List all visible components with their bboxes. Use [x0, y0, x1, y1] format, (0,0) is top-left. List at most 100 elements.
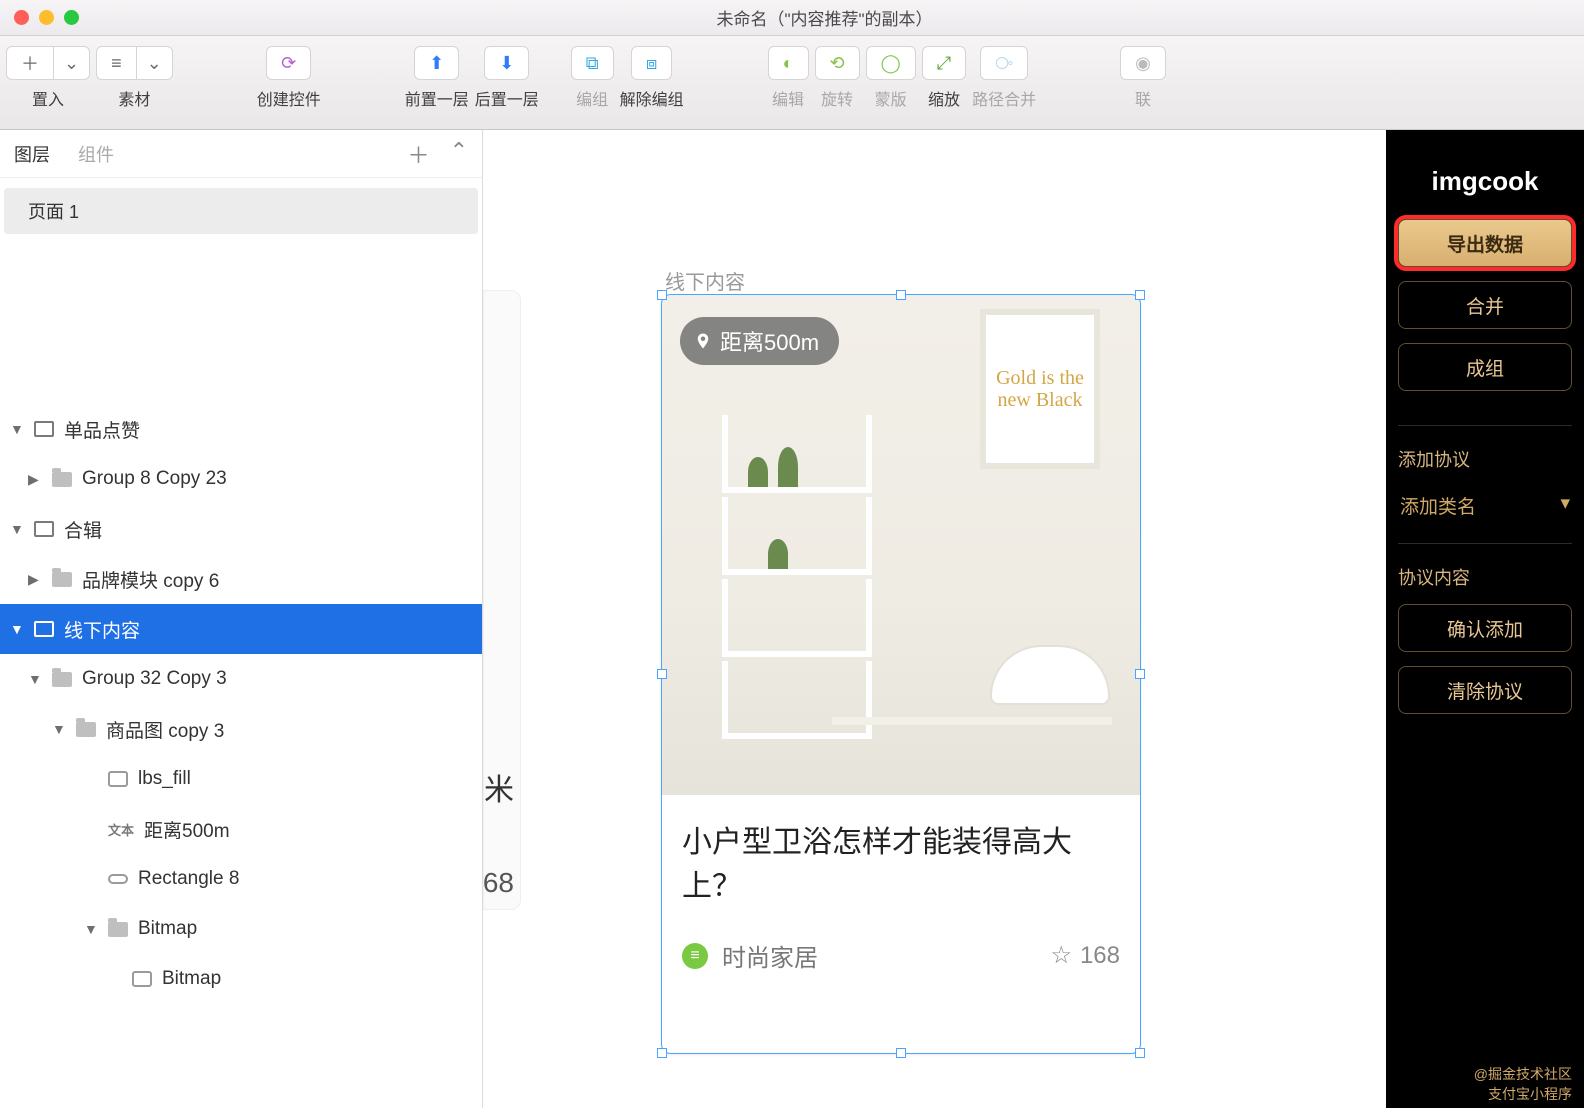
folder-icon: [52, 672, 72, 687]
tab-layers[interactable]: 图层: [14, 141, 50, 167]
bring-forward-button[interactable]: ⬆︎: [414, 46, 459, 80]
path-merge-label: 路径合并: [972, 86, 1036, 110]
selection-handle[interactable]: [1135, 1048, 1145, 1058]
chevron-down-icon[interactable]: ▼: [28, 671, 42, 687]
collapse-icon[interactable]: ⌃: [450, 138, 468, 170]
tree-rectangle-8[interactable]: Rectangle 8: [0, 854, 482, 904]
canvas[interactable]: 米 68 线下内容 距离500m Gold is the new Black: [483, 130, 1386, 1108]
distance-badge: 距离500m: [680, 317, 839, 365]
select-value: 添加类名: [1400, 492, 1476, 519]
insert-button[interactable]: ＋: [6, 46, 54, 80]
tool-insert: ＋ ⌄ 置入: [6, 46, 90, 110]
group-label: 编组: [576, 86, 608, 110]
chevron-down-icon[interactable]: ▼: [52, 721, 66, 737]
divider: [1398, 425, 1572, 426]
union-button[interactable]: ◉: [1120, 46, 1166, 80]
frame-text: Gold is the new Black: [986, 367, 1094, 411]
send-backward-button[interactable]: ⬇︎: [484, 46, 529, 80]
protocol-content-label: 协议内容: [1398, 564, 1572, 590]
create-control-button[interactable]: ⟳: [266, 46, 311, 80]
card-photo: 距离500m Gold is the new Black: [662, 295, 1140, 795]
rotate-button[interactable]: ⟲: [815, 46, 860, 80]
card-title: 小户型卫浴怎样才能装得高大上？: [682, 821, 1120, 908]
tree-group-32[interactable]: ▼ Group 32 Copy 3: [0, 654, 482, 704]
path-merge-button[interactable]: ⧂: [980, 46, 1028, 80]
selection-handle[interactable]: [657, 669, 667, 679]
add-class-select[interactable]: 添加类名 ▾: [1398, 486, 1572, 523]
tool-send-backward: ⬇︎ 后置一层: [475, 46, 539, 110]
selection-handle[interactable]: [1135, 290, 1145, 300]
chevron-down-icon[interactable]: ▼: [84, 921, 98, 937]
content-card[interactable]: 距离500m Gold is the new Black 小户型卫浴怎样才能装得…: [661, 294, 1141, 1054]
peek-card: 米 68: [483, 290, 521, 910]
export-data-button[interactable]: 导出数据: [1398, 219, 1572, 267]
folder-icon: [52, 472, 72, 487]
close-icon[interactable]: [14, 10, 29, 25]
page-row[interactable]: 页面 1: [4, 188, 478, 234]
page-label: 页面 1: [28, 198, 79, 224]
chevron-right-icon[interactable]: ▶: [28, 471, 42, 488]
card-body: 小户型卫浴怎样才能装得高大上？ ≡ 时尚家居 ☆ 168: [662, 795, 1140, 993]
scale-button[interactable]: ⤢: [922, 46, 966, 80]
merge-button[interactable]: 合并: [1398, 281, 1572, 329]
assets-chevron-icon[interactable]: ⌄: [137, 46, 173, 80]
chevron-down-icon[interactable]: ▼: [10, 521, 24, 537]
clear-protocol-button[interactable]: 清除协议: [1398, 666, 1572, 714]
tree-artboard-likes[interactable]: ▼ 单品点赞: [0, 404, 482, 454]
selection-handle[interactable]: [896, 290, 906, 300]
artboard-icon: [34, 521, 54, 537]
tree-distance-text[interactable]: 文本 距离500m: [0, 804, 482, 854]
add-page-icon[interactable]: ＋: [408, 138, 430, 170]
imgcook-panel: imgcook 导出数据 合并 成组 添加协议 添加类名 ▾ 协议内容 确认添加…: [1386, 130, 1584, 1108]
tree-product-img[interactable]: ▼ 商品图 copy 3: [0, 704, 482, 754]
selection-handle[interactable]: [657, 290, 667, 300]
artboard-label[interactable]: 线下内容: [665, 266, 745, 295]
selection-handle[interactable]: [896, 1048, 906, 1058]
likes-count: 168: [1080, 942, 1120, 970]
card-likes[interactable]: ☆ 168: [1050, 941, 1120, 970]
mask-button[interactable]: ◯: [866, 46, 916, 80]
tree-artboard-offline[interactable]: ▼ 线下内容: [0, 604, 482, 654]
badge-text: 距离500m: [720, 325, 819, 357]
confirm-add-button[interactable]: 确认添加: [1398, 604, 1572, 652]
tree-bitmap[interactable]: ▼ Bitmap: [0, 904, 482, 954]
chevron-down-icon: ▾: [1560, 492, 1570, 519]
tab-components[interactable]: 组件: [78, 141, 114, 167]
shelf: [722, 415, 872, 745]
group-button[interactable]: ⧉: [571, 46, 614, 80]
peek-num: 68: [483, 867, 514, 899]
star-icon: ☆: [1050, 941, 1072, 970]
tree-group-8[interactable]: ▶ Group 8 Copy 23: [0, 454, 482, 504]
tool-assets: ≡ ⌄ 素材: [96, 46, 173, 110]
insert-chevron-icon[interactable]: ⌄: [54, 46, 90, 80]
selection-handle[interactable]: [1135, 669, 1145, 679]
chevron-down-icon[interactable]: ▼: [10, 621, 24, 637]
chevron-down-icon[interactable]: ▼: [10, 421, 24, 437]
selection-handle[interactable]: [657, 1048, 667, 1058]
traffic-lights: [14, 10, 79, 25]
tool-path-merge: ⧂ 路径合并: [972, 46, 1036, 110]
tool-group: ⧉ 编组: [571, 46, 614, 110]
tool-union: ◉ 联: [1120, 46, 1166, 110]
assets-label: 素材: [118, 86, 150, 110]
maximize-icon[interactable]: [64, 10, 79, 25]
tree-label: Bitmap: [162, 968, 221, 990]
tree-bitmap-child[interactable]: Bitmap: [0, 954, 482, 1004]
tool-create-control: ⟳ 创建控件: [257, 46, 321, 110]
tag-icon: ≡: [682, 943, 708, 969]
assets-button[interactable]: ≡: [96, 46, 137, 80]
panel-footer: @掘金技术社区 支付宝小程序: [1398, 1056, 1572, 1108]
imgcook-logo: imgcook: [1398, 166, 1572, 197]
ungroup-button[interactable]: ⧈: [631, 46, 672, 80]
tree-lbs-fill[interactable]: lbs_fill: [0, 754, 482, 804]
group-button[interactable]: 成组: [1398, 343, 1572, 391]
tree-brand-module[interactable]: ▶ 品牌模块 copy 6: [0, 554, 482, 604]
tree-artboard-collection[interactable]: ▼ 合辑: [0, 504, 482, 554]
artboard-icon: [34, 421, 54, 437]
chevron-right-icon[interactable]: ▶: [28, 571, 42, 588]
edit-button[interactable]: ◐: [768, 46, 809, 80]
send-backward-label: 后置一层: [475, 86, 539, 110]
rotate-label: 旋转: [821, 86, 853, 110]
minimize-icon[interactable]: [39, 10, 54, 25]
folder-icon: [76, 722, 96, 737]
